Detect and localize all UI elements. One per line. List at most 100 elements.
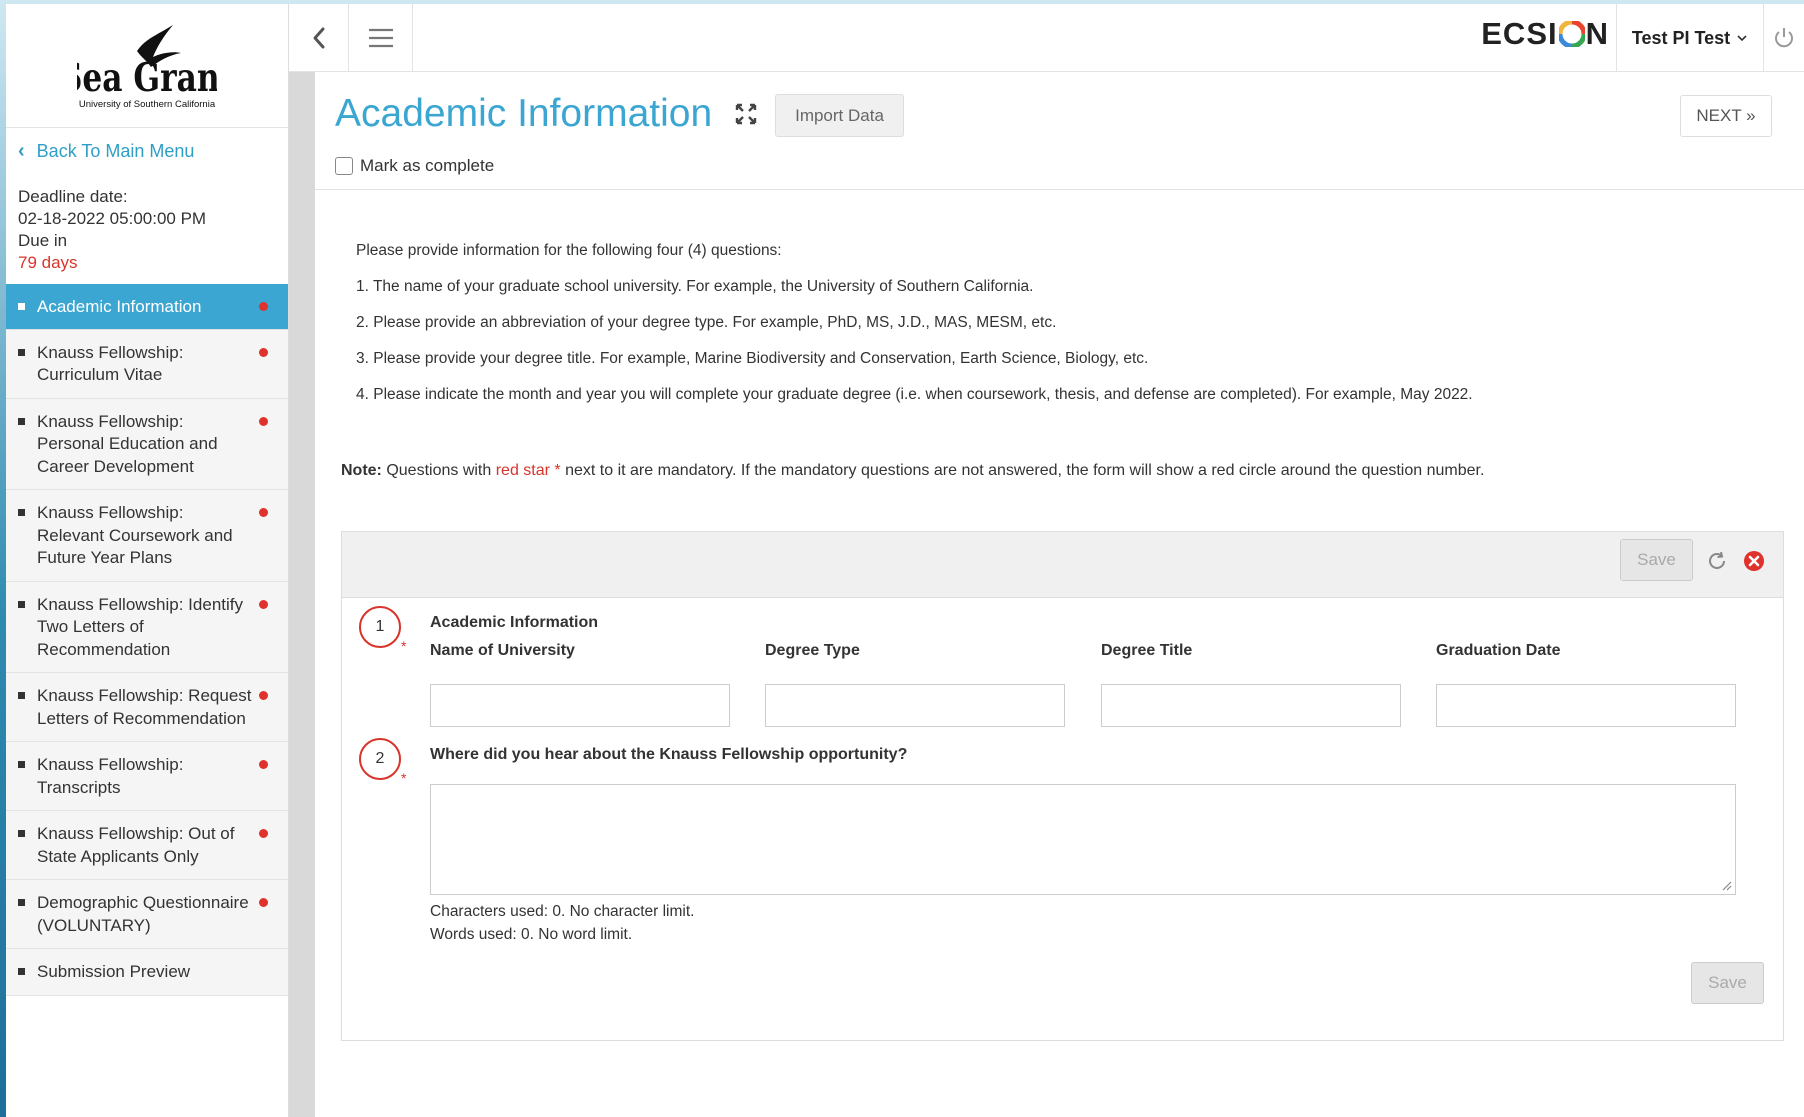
back-to-main-menu-link[interactable]: ‹ Back To Main Menu bbox=[6, 128, 288, 174]
instruction-item: 1. The name of your graduate school univ… bbox=[356, 278, 1034, 295]
incomplete-dot-icon bbox=[259, 760, 268, 769]
sidebar-item-demographic-questionnaire[interactable]: Demographic Questionnaire (VOLUNTARY) bbox=[6, 880, 288, 949]
app-window: Sea Grant University of Southern Califor… bbox=[6, 4, 1804, 1117]
note-red-star-text: red star * bbox=[495, 462, 561, 479]
page-title: Academic Information bbox=[335, 92, 713, 135]
sidebar-item-label: Knauss Fellowship: Identify Two Letters … bbox=[37, 594, 243, 659]
sidebar-item-label: Knauss Fellowship: Transcripts bbox=[37, 755, 184, 797]
sidebar-item-label: Knauss Fellowship: Relevant Coursework a… bbox=[37, 503, 233, 567]
required-star: * bbox=[401, 770, 407, 786]
section-nav: Academic Information Knauss Fellowship: … bbox=[6, 284, 288, 996]
sea-grant-logo[interactable]: Sea Grant University of Southern Califor… bbox=[6, 4, 288, 128]
hamburger-icon bbox=[368, 28, 393, 48]
sidebar-item-academic-information[interactable]: Academic Information bbox=[6, 284, 288, 330]
question-1-number: 1 bbox=[359, 606, 401, 648]
sidebar-item-identify-letters[interactable]: Knauss Fellowship: Identify Two Letters … bbox=[6, 581, 288, 673]
mark-complete-control[interactable]: Mark as complete bbox=[335, 156, 494, 176]
instruction-item: 4. Please indicate the month and year yo… bbox=[356, 386, 1473, 403]
question-2-number: 2 bbox=[359, 738, 401, 780]
bullet-icon bbox=[18, 348, 25, 356]
user-menu[interactable]: Test PI Test bbox=[1616, 4, 1764, 72]
bullet-icon bbox=[18, 761, 25, 768]
save-button-top[interactable]: Save bbox=[1620, 539, 1693, 581]
refresh-icon[interactable] bbox=[1706, 550, 1728, 572]
deadline-info: Deadline date: 02-18-2022 05:00:00 PM Du… bbox=[6, 174, 288, 274]
name-of-university-label: Name of University bbox=[430, 642, 575, 659]
color-ring-logo-icon bbox=[1558, 21, 1585, 47]
sidebar-item-label: Knauss Fellowship: Out of State Applican… bbox=[37, 824, 235, 866]
bullet-icon bbox=[18, 600, 25, 608]
sidebar-item-label: Submission Preview bbox=[37, 962, 191, 981]
sidebar-item-transcripts[interactable]: Knauss Fellowship: Transcripts bbox=[6, 742, 288, 811]
sidebar-item-out-of-state[interactable]: Knauss Fellowship: Out of State Applican… bbox=[6, 811, 288, 880]
mark-complete-checkbox[interactable] bbox=[335, 157, 353, 175]
sidebar-item-request-letters[interactable]: Knauss Fellowship: Request Letters of Re… bbox=[6, 673, 288, 742]
form-panel: Save 1 * Academic Information Name of Un… bbox=[341, 531, 1784, 1041]
close-circle-icon[interactable] bbox=[1743, 550, 1765, 572]
page-header: Academic Information Import Data NEXT » … bbox=[315, 72, 1804, 190]
collapse-sidebar-button[interactable] bbox=[289, 4, 349, 72]
brand-text-left: ECSI bbox=[1481, 16, 1558, 51]
power-icon bbox=[1775, 28, 1793, 48]
instruction-item: 3. Please provide your degree title. For… bbox=[356, 350, 1149, 367]
degree-type-label: Degree Type bbox=[765, 642, 860, 659]
question-1-title: Academic Information bbox=[430, 614, 599, 631]
question-2-title: Where did you hear about the Knauss Fell… bbox=[430, 746, 908, 763]
brand-text-right: N bbox=[1585, 16, 1609, 51]
incomplete-dot-icon bbox=[259, 508, 268, 517]
menu-button[interactable] bbox=[349, 4, 413, 72]
incomplete-dot-icon bbox=[259, 302, 268, 311]
bullet-icon bbox=[18, 830, 25, 837]
import-data-button[interactable]: Import Data bbox=[775, 94, 904, 137]
sidebar-item-curriculum-vitae[interactable]: Knauss Fellowship: Curriculum Vitae bbox=[6, 329, 288, 399]
sidebar-item-label: Academic Information bbox=[37, 297, 202, 316]
degree-type-input[interactable] bbox=[765, 684, 1065, 727]
note-text-before: Questions with bbox=[381, 462, 496, 479]
hear-about-textarea[interactable] bbox=[430, 784, 1736, 895]
sidebar-item-submission-preview[interactable]: Submission Preview bbox=[6, 949, 288, 996]
chevron-left-icon bbox=[313, 27, 324, 49]
seagull-logo-icon: Sea Grant University of Southern Califor… bbox=[77, 24, 217, 110]
next-button[interactable]: NEXT » bbox=[1680, 95, 1772, 137]
required-star: * bbox=[401, 638, 407, 654]
bullet-icon bbox=[18, 509, 25, 516]
bullet-icon bbox=[18, 417, 25, 425]
mark-complete-label: Mark as complete bbox=[360, 156, 495, 175]
bullet-icon bbox=[18, 968, 25, 975]
svg-text:Sea Grant: Sea Grant bbox=[77, 55, 217, 100]
word-count: Words used: 0. No word limit. bbox=[430, 926, 633, 943]
instructions-intro: Please provide information for the follo… bbox=[356, 242, 782, 259]
bullet-icon bbox=[18, 692, 25, 699]
chevron-down-icon bbox=[1737, 35, 1747, 42]
note-text-after: next to it are mandatory. If the mandato… bbox=[560, 462, 1485, 479]
character-count: Characters used: 0. No character limit. bbox=[430, 903, 695, 920]
incomplete-dot-icon bbox=[259, 691, 268, 700]
instruction-item: 2. Please provide an abbreviation of you… bbox=[356, 314, 1057, 331]
sidebar-item-label: Demographic Questionnaire (VOLUNTARY) bbox=[37, 893, 249, 935]
sidebar: Sea Grant University of Southern Califor… bbox=[6, 4, 289, 1117]
logout-button[interactable] bbox=[1764, 4, 1804, 72]
expand-icon[interactable] bbox=[735, 103, 757, 125]
instructions: Please provide information for the follo… bbox=[356, 242, 1756, 422]
incomplete-dot-icon bbox=[259, 416, 268, 426]
sidebar-item-label: Knauss Fellowship: Personal Education an… bbox=[37, 411, 218, 476]
incomplete-dot-icon bbox=[259, 599, 268, 609]
mandatory-note: Note: Questions with red star * next to … bbox=[341, 462, 1484, 480]
main-content: Academic Information Import Data NEXT » … bbox=[315, 72, 1804, 1117]
user-name: Test PI Test bbox=[1631, 27, 1731, 48]
incomplete-dot-icon bbox=[259, 829, 268, 838]
due-days: 79 days bbox=[18, 253, 78, 272]
sidebar-item-label: Knauss Fellowship: Request Letters of Re… bbox=[37, 686, 252, 728]
degree-title-input[interactable] bbox=[1101, 684, 1401, 727]
graduation-date-input[interactable] bbox=[1436, 684, 1736, 727]
resize-grip-icon[interactable] bbox=[1720, 879, 1732, 891]
sidebar-item-label: Knauss Fellowship: Curriculum Vitae bbox=[37, 342, 184, 385]
chevron-left-icon: ‹ bbox=[18, 139, 25, 162]
name-of-university-input[interactable] bbox=[430, 684, 730, 727]
sidebar-item-relevant-coursework[interactable]: Knauss Fellowship: Relevant Coursework a… bbox=[6, 490, 288, 582]
sidebar-item-personal-education[interactable]: Knauss Fellowship: Personal Education an… bbox=[6, 398, 288, 490]
incomplete-dot-icon bbox=[259, 898, 268, 907]
ecsion-brand-logo: ECSI N bbox=[1481, 16, 1609, 52]
due-label: Due in bbox=[18, 231, 68, 250]
save-button-bottom[interactable]: Save bbox=[1691, 962, 1764, 1004]
